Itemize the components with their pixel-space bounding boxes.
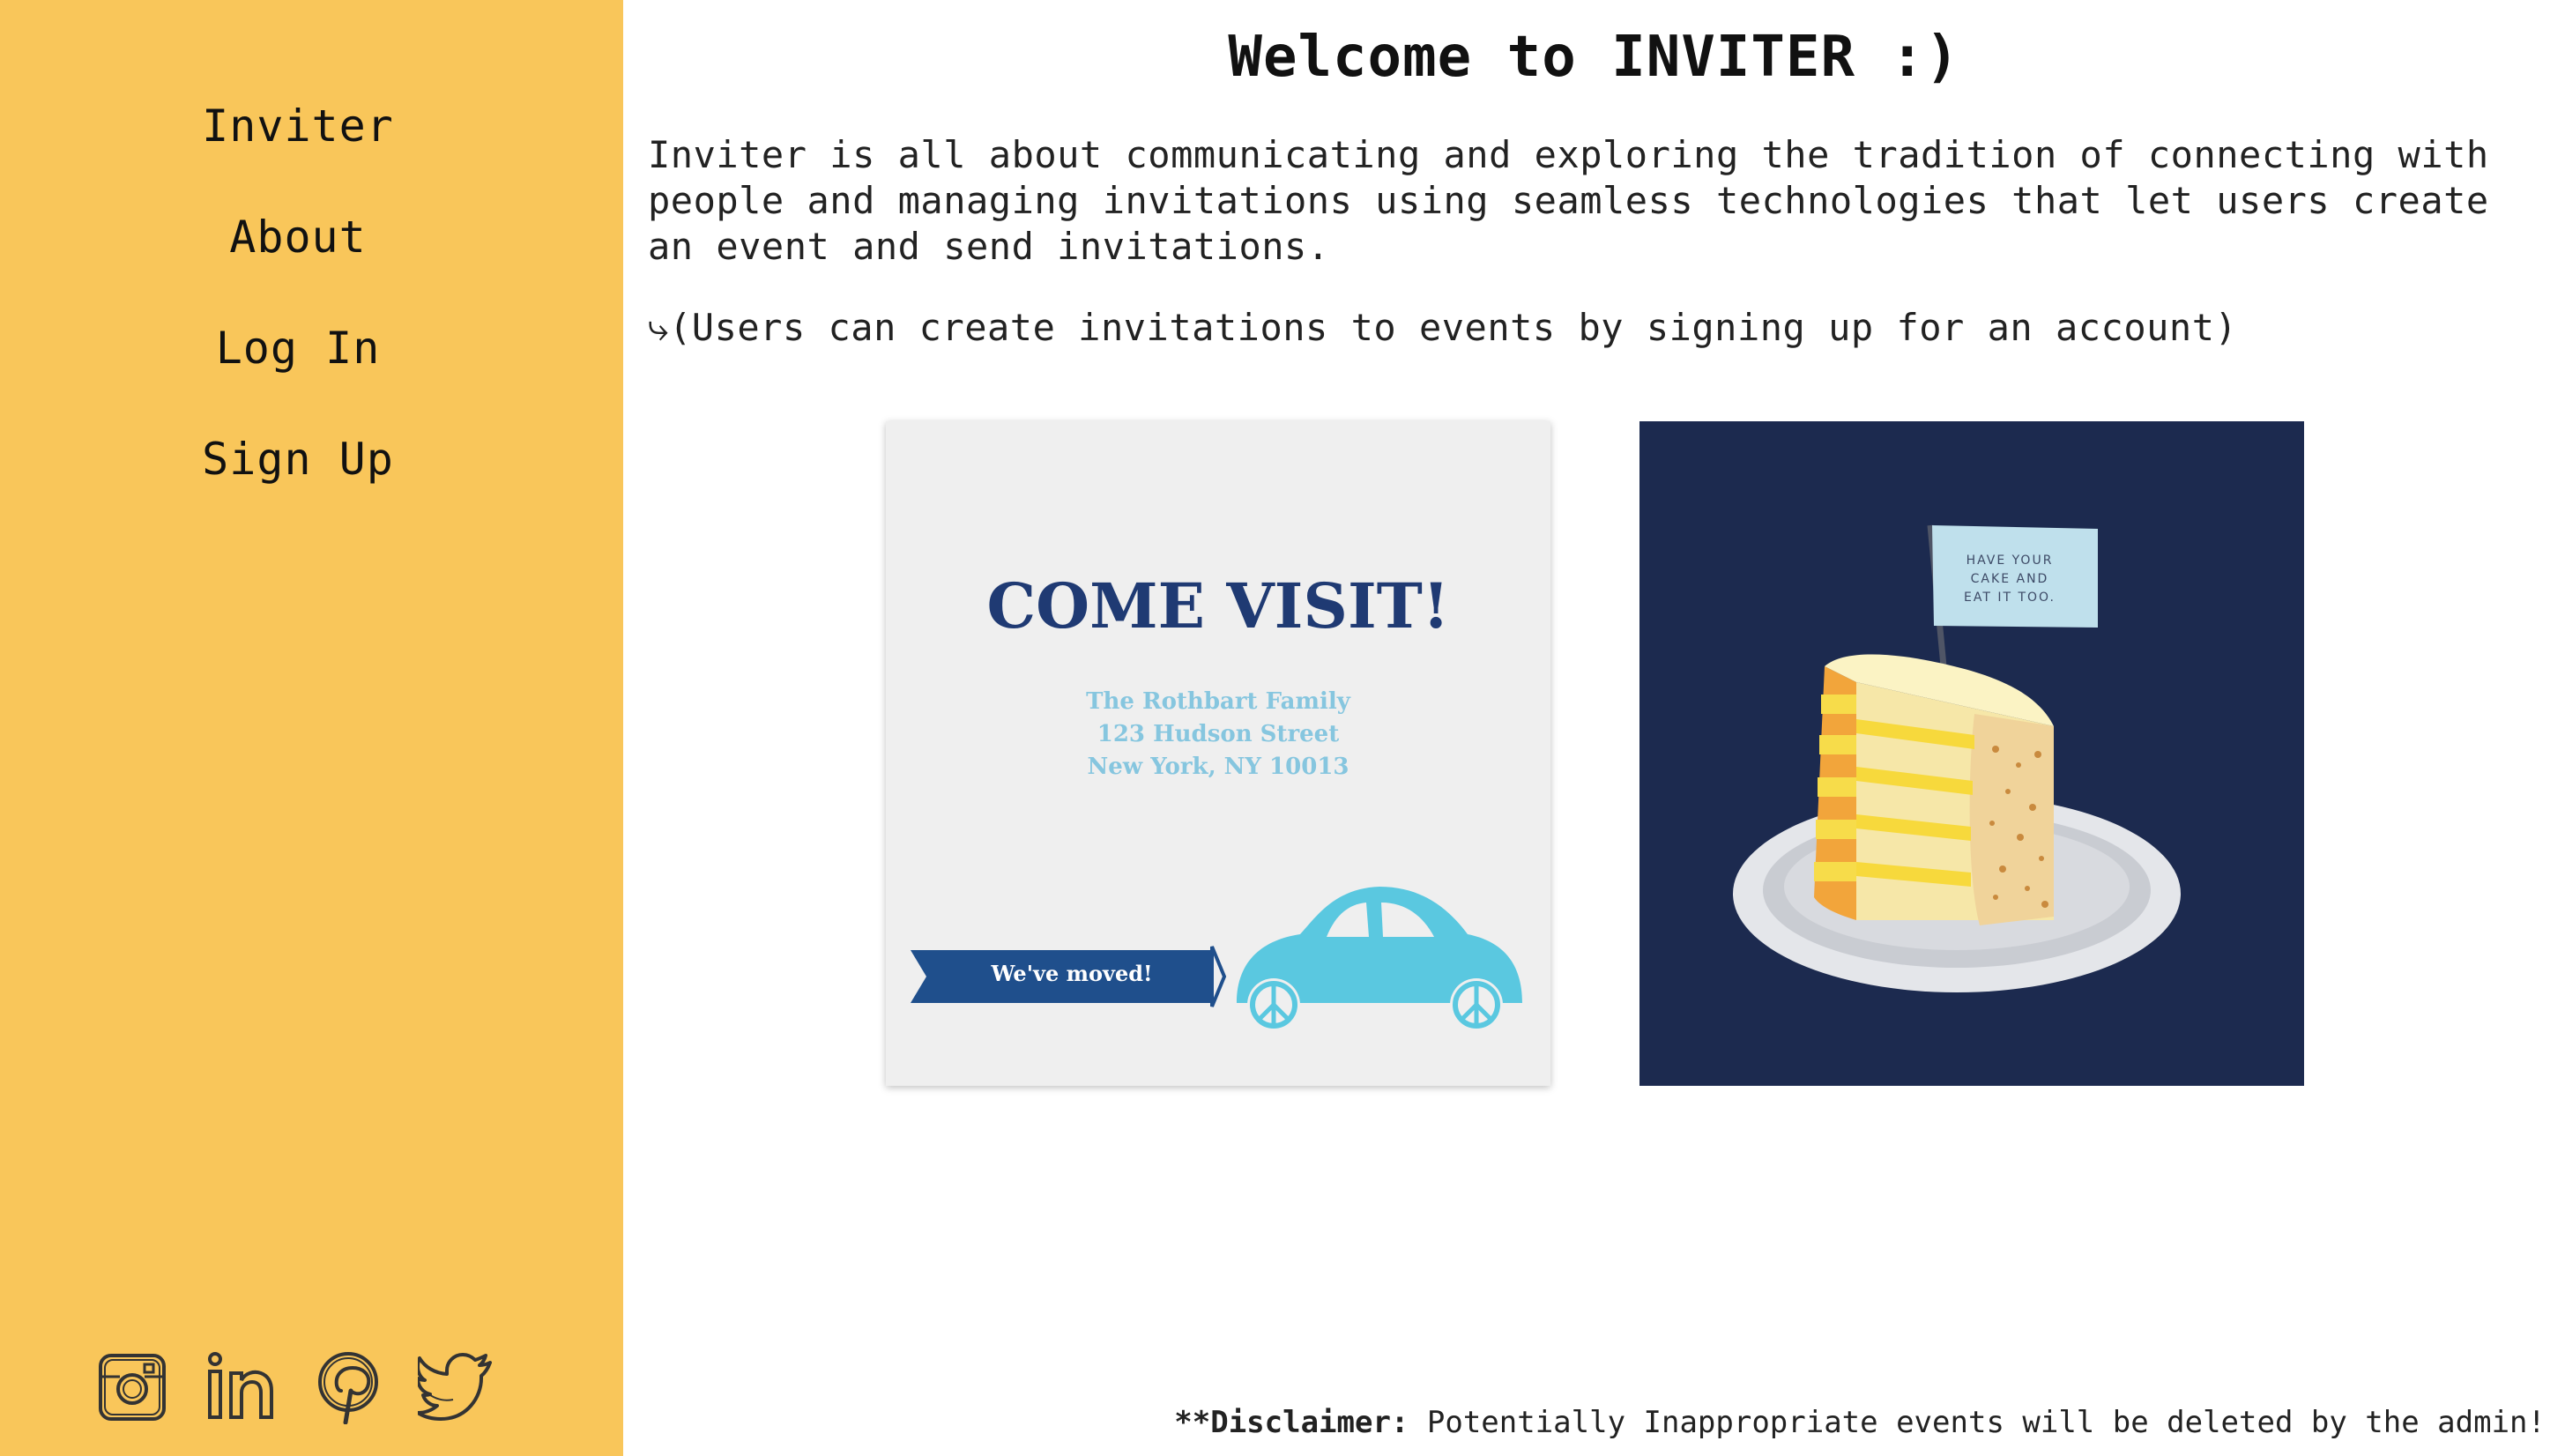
address-line: 123 Hudson Street: [1097, 721, 1340, 747]
instagram-icon[interactable]: [95, 1348, 171, 1424]
signup-note: ⤷(Users can create invitations to events…: [648, 306, 2238, 349]
flag-line: HAVE YOUR: [1966, 553, 2054, 568]
nav-item-signup[interactable]: Sign Up: [0, 404, 596, 515]
intro-paragraph: Inviter is all about communicating and e…: [648, 133, 2489, 268]
nav-item-login[interactable]: Log In: [0, 293, 596, 404]
nav-link-signup[interactable]: Sign Up: [202, 434, 394, 485]
address-line: The Rothbart Family: [1086, 688, 1350, 715]
main-content: Welcome to INVITER :) Inviter is all abo…: [623, 0, 2565, 1456]
disclaimer-text: Potentially Inappropriate events will be…: [1409, 1405, 2546, 1440]
pinterest-icon[interactable]: [310, 1348, 386, 1424]
address-line: New York, NY 10013: [1087, 754, 1349, 780]
come-visit-card-image: COME VISIT! The Rothbart Family 123 Huds…: [886, 421, 1550, 1086]
flag-line: EAT IT TOO.: [1964, 591, 2056, 605]
nav-item-about[interactable]: About: [0, 182, 596, 293]
twitter-icon[interactable]: [418, 1348, 494, 1424]
nav-link-login[interactable]: Log In: [216, 323, 381, 374]
disclaimer-label: **Disclaimer:: [1174, 1405, 1409, 1440]
nav-item-inviter[interactable]: Inviter: [0, 71, 596, 182]
cake-illustration: [1639, 421, 2304, 1086]
nav-link-about[interactable]: About: [229, 212, 367, 263]
page: Inviter About Log In Sign Up Welcome to …: [0, 0, 2565, 1456]
page-title: Welcome to INVITER :): [1228, 25, 1960, 90]
linkedin-icon[interactable]: [203, 1348, 279, 1424]
banner-label: We've moved!: [991, 961, 1153, 986]
sidebar: Inviter About Log In Sign Up: [0, 0, 623, 1456]
card-address: The Rothbart Family 123 Hudson Street Ne…: [886, 686, 1550, 784]
flag-line: CAKE AND: [1970, 572, 2049, 586]
sidebar-nav: Inviter About Log In Sign Up: [0, 71, 596, 515]
flag-label: HAVE YOUR CAKE AND EAT IT TOO.: [1930, 552, 2089, 607]
cake-card-image: HAVE YOUR CAKE AND EAT IT TOO.: [1639, 421, 2304, 1086]
disclaimer: **Disclaimer: Potentially Inappropriate …: [1174, 1405, 2546, 1440]
social-links: [95, 1348, 494, 1424]
nav-link-inviter[interactable]: Inviter: [202, 100, 394, 152]
card-headline: COME VISIT!: [986, 569, 1450, 643]
